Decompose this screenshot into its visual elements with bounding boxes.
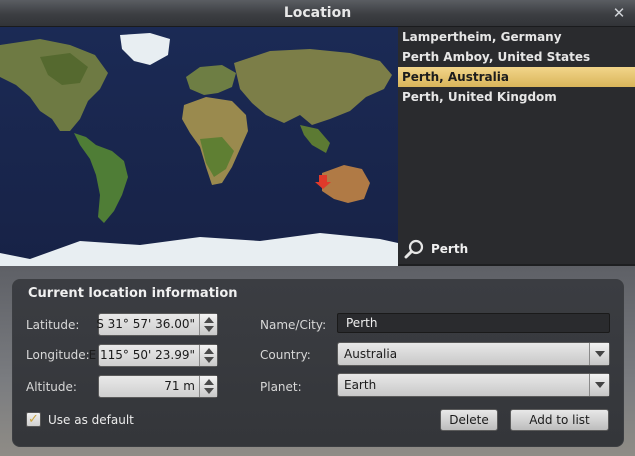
use-default-checkbox[interactable]: ✓ xyxy=(26,412,41,427)
arrow-up-icon[interactable] xyxy=(204,379,214,385)
title-bar: Location ✕ xyxy=(0,0,635,27)
arrow-up-icon[interactable] xyxy=(204,348,214,354)
world-map[interactable] xyxy=(0,27,398,266)
name-city-input[interactable]: Perth xyxy=(337,313,610,333)
search-input[interactable]: Perth xyxy=(431,242,468,256)
latitude-label: Latitude: xyxy=(26,318,80,332)
delete-button[interactable]: Delete xyxy=(440,409,498,431)
arrow-down-icon[interactable] xyxy=(204,326,214,332)
city-search[interactable]: Perth xyxy=(403,238,623,260)
city-item-perth-amboy[interactable]: Perth Amboy, United States xyxy=(398,47,635,67)
chevron-down-icon[interactable] xyxy=(589,343,609,365)
altitude-stepper[interactable] xyxy=(199,376,217,397)
longitude-stepper[interactable] xyxy=(199,345,217,366)
chevron-down-icon[interactable] xyxy=(589,374,609,396)
city-results-list: Lampertheim, Germany Perth Amboy, United… xyxy=(398,27,635,264)
latitude-field[interactable]: S 31° 57' 36.00" xyxy=(96,313,218,336)
arrow-down-icon[interactable] xyxy=(204,388,214,394)
country-label: Country: xyxy=(260,348,311,362)
longitude-field[interactable]: E 115° 50' 23.99" xyxy=(89,344,218,367)
planet-value: Earth xyxy=(344,378,377,392)
planet-label: Planet: xyxy=(260,380,302,394)
panel-title: Current location information xyxy=(28,286,238,301)
latitude-stepper[interactable] xyxy=(199,314,217,335)
name-city-label: Name/City: xyxy=(260,318,327,332)
use-default-label[interactable]: Use as default xyxy=(48,413,134,427)
window-title: Location xyxy=(283,5,352,21)
city-item-perth-uk[interactable]: Perth, United Kingdom xyxy=(398,87,635,107)
country-select[interactable]: Australia xyxy=(337,342,610,366)
search-icon xyxy=(404,239,424,259)
country-value: Australia xyxy=(344,347,398,361)
arrow-down-icon[interactable] xyxy=(204,357,214,363)
longitude-value[interactable]: E 115° 50' 23.99" xyxy=(89,345,195,366)
altitude-value[interactable]: 71 m xyxy=(164,376,195,397)
close-icon[interactable]: ✕ xyxy=(610,4,628,22)
city-item-lampertheim[interactable]: Lampertheim, Germany xyxy=(398,27,635,47)
altitude-label: Altitude: xyxy=(26,380,77,394)
longitude-label: Longitude: xyxy=(26,348,90,362)
city-item-perth-australia[interactable]: Perth, Australia xyxy=(398,67,635,87)
latitude-value[interactable]: S 31° 57' 36.00" xyxy=(96,314,195,335)
arrow-up-icon[interactable] xyxy=(204,317,214,323)
altitude-field[interactable]: 71 m xyxy=(98,375,218,398)
planet-select[interactable]: Earth xyxy=(337,373,610,397)
add-to-list-button[interactable]: Add to list xyxy=(510,409,609,431)
